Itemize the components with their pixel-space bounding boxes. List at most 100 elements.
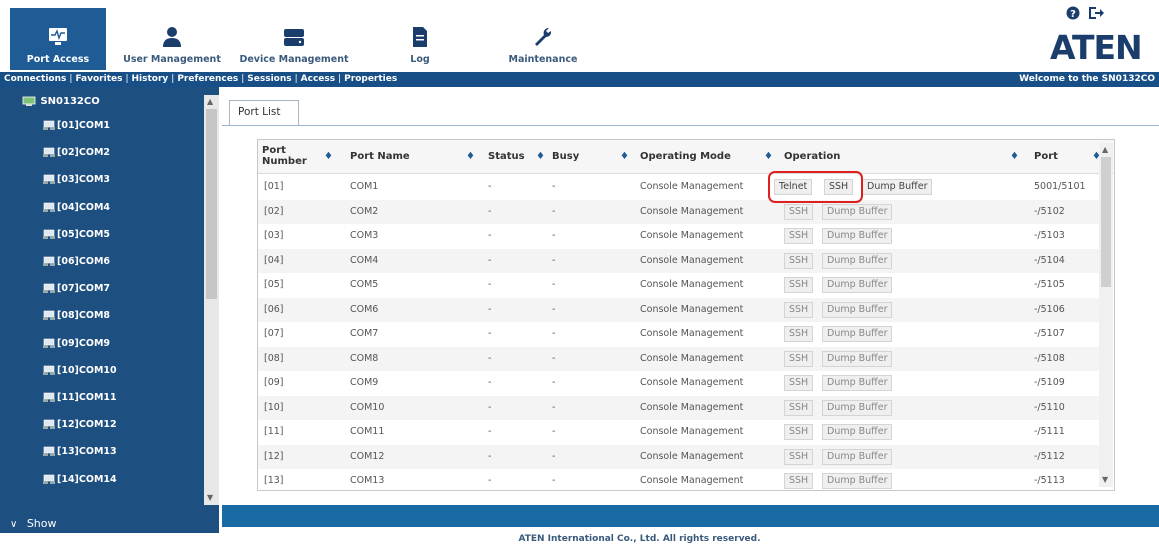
nav-port-access[interactable]: Port Access [10,8,106,70]
col-status[interactable]: Status ♦ [484,140,552,174]
dump-buffer-button[interactable]: Dump Buffer [822,375,893,391]
submenu-properties[interactable]: Properties [344,74,397,84]
ssh-button[interactable]: SSH [784,277,814,293]
ssh-button[interactable]: SSH [784,424,814,440]
nav-label: Port Access [26,54,90,65]
sort-icon[interactable]: ♦ [536,151,545,162]
ssh-button[interactable]: SSH [784,375,814,391]
table-scrollbar[interactable]: ▲ ▼ [1099,143,1113,487]
cell-port-name: COM6 [350,303,379,315]
table-row[interactable]: [05] COM5 - - Console Management -/5105 SSH Dum… [258,273,1103,298]
submenu-access[interactable]: Access [301,74,335,84]
col-operating-mode[interactable]: Operating Mode ♦ [636,140,773,174]
sidebar-port-item[interactable]: [14]COM14 [42,471,117,489]
sidebar-port-label: [08]COM8 [57,310,111,322]
nav-log[interactable]: Log [400,8,440,70]
ssh-button[interactable]: SSH [784,448,814,465]
ssh-button[interactable]: SSH [784,228,814,244]
table-scroll-thumb[interactable] [1101,157,1111,287]
ssh-button[interactable]: SSH [784,252,814,269]
dump-buffer-button[interactable]: Dump Buffer [822,228,893,244]
table-row[interactable]: [06] COM6 - - Console Management -/5106 SSH Dum… [258,297,1103,322]
sidebar-port-item[interactable]: [13]COM13 [42,443,117,461]
ssh-button[interactable]: SSH [784,473,814,489]
dump-buffer-button[interactable]: Dump Buffer [822,424,893,440]
sort-icon[interactable]: ♦ [1010,151,1019,162]
sort-icon[interactable]: ♦ [620,151,629,162]
sidebar-port-item[interactable]: [09]COM9 [42,335,110,353]
dump-buffer-button[interactable]: Dump Buffer [822,301,893,318]
cell-port-name: COM7 [350,328,379,339]
table-row[interactable]: [04] COM4 - - Console Management -/5104 SSH Dum… [258,248,1103,273]
tree-root-device[interactable]: SN0132CO [22,93,100,111]
serial-port-icon [43,202,55,212]
dump-buffer-button[interactable]: Dump Buffer [822,473,893,489]
submenu-connections[interactable]: Connections [4,74,66,84]
sort-icon[interactable]: ♦ [466,151,475,162]
dump-buffer-button[interactable]: Dump Buffer [862,179,933,195]
tree-root-label: SN0132CO [40,96,100,107]
dump-buffer-button[interactable]: Dump Buffer [822,399,893,416]
sidebar-port-item[interactable]: [02]COM2 [42,144,110,162]
sidebar-port-item[interactable]: [06]COM6 [42,253,110,271]
col-port[interactable]: Port ♦ [1030,140,1105,174]
sidebar-port-item[interactable]: [08]COM8 [42,307,110,325]
sidebar-port-item[interactable]: [01]COM1 [42,117,110,135]
dump-buffer-button[interactable]: Dump Buffer [822,326,893,342]
ssh-button[interactable]: SSH [784,399,814,416]
sort-icon[interactable]: ♦ [324,151,333,162]
ssh-button[interactable]: SSH [784,203,814,220]
table-row[interactable]: [07] COM7 - - Console Management -/5107 SSH Dum… [258,322,1103,347]
sidebar-port-item[interactable]: [11]COM11 [42,389,117,407]
table-row[interactable]: [01] COM1- - Console Management 5001/5101 Tel… [258,175,1103,200]
sidebar-scroll-thumb[interactable] [206,109,217,299]
cell-port-number: [13] [264,475,284,486]
logout-icon[interactable] [1088,6,1104,20]
dump-buffer-button[interactable]: Dump Buffer [822,277,893,293]
user-icon [163,27,181,47]
table-row[interactable]: [09] COM9 - - Console Management -/5109 SSH Dum… [258,371,1103,396]
ssh-button[interactable]: SSH [784,301,814,318]
submenu-history[interactable]: History [132,74,169,84]
table-row[interactable]: [11] COM11 - - Console Management -/5111 SSH Du… [258,420,1103,445]
nav-maintenance[interactable]: Maintenance [503,8,583,70]
sidebar-port-item[interactable]: [10]COM10 [42,362,117,380]
col-busy[interactable]: Busy ♦ [548,140,638,174]
dump-buffer-button[interactable]: Dump Buffer [822,350,893,367]
sort-icon[interactable]: ♦ [764,151,773,162]
ssh-button[interactable]: SSH [784,326,814,342]
sidebar-scrollbar[interactable]: ▲ ▼ [204,95,219,505]
cell-status: - [488,475,492,486]
scroll-up-icon[interactable]: ▲ [1102,145,1108,154]
col-operation[interactable]: Operation ♦ [780,140,1019,174]
cell-port: -/5106 [1034,303,1065,315]
nav-device-management[interactable]: Device Management [238,8,350,70]
scroll-down-icon[interactable]: ▼ [207,493,213,502]
table-row[interactable]: [12] COM12 - - Console Management -/5112 SSH Du… [258,444,1103,469]
help-icon[interactable]: ? [1066,6,1080,20]
cell-operating-mode: Console Management [640,205,744,217]
table-row[interactable]: [08] COM8 - - Console Management -/5108 SSH Dum… [258,346,1103,371]
submenu-preferences[interactable]: Preferences [177,74,238,84]
ssh-button[interactable]: SSH [784,350,814,367]
sidebar-port-item[interactable]: [03]COM3 [42,171,110,189]
table-row[interactable]: [02] COM2 - - Console Management -/5102 SSH Dum… [258,199,1103,224]
dump-buffer-button[interactable]: Dump Buffer [822,448,893,465]
tab-port-list[interactable]: Port List [229,100,299,126]
sidebar-port-item[interactable]: [12]COM12 [42,416,117,434]
submenu-sessions[interactable]: Sessions [247,74,291,84]
sidebar-port-item[interactable]: [05]COM5 [42,226,110,244]
scroll-up-icon[interactable]: ▲ [207,97,213,106]
scroll-down-icon[interactable]: ▼ [1102,475,1108,484]
dump-buffer-button[interactable]: Dump Buffer [822,252,893,269]
submenu-favorites[interactable]: Favorites [75,74,122,84]
col-port-number[interactable]: Port Number ♦ [258,140,336,174]
sidebar-port-item[interactable]: [07]COM7 [42,280,110,298]
dump-buffer-button[interactable]: Dump Buffer [822,203,893,220]
table-row[interactable]: [03] COM3 - - Console Management -/5103 SSH Dum… [258,224,1103,249]
nav-user-management[interactable]: User Management [122,8,222,70]
sidebar-port-item[interactable]: [04]COM4 [42,199,110,217]
table-row[interactable]: [10] COM10 - - Console Management -/5110 SSH Du… [258,395,1103,420]
table-row[interactable]: [13] COM13 - - Console Management -/5113 SSH Du… [258,469,1103,490]
col-port-name[interactable]: Port Name ♦ [346,140,486,174]
